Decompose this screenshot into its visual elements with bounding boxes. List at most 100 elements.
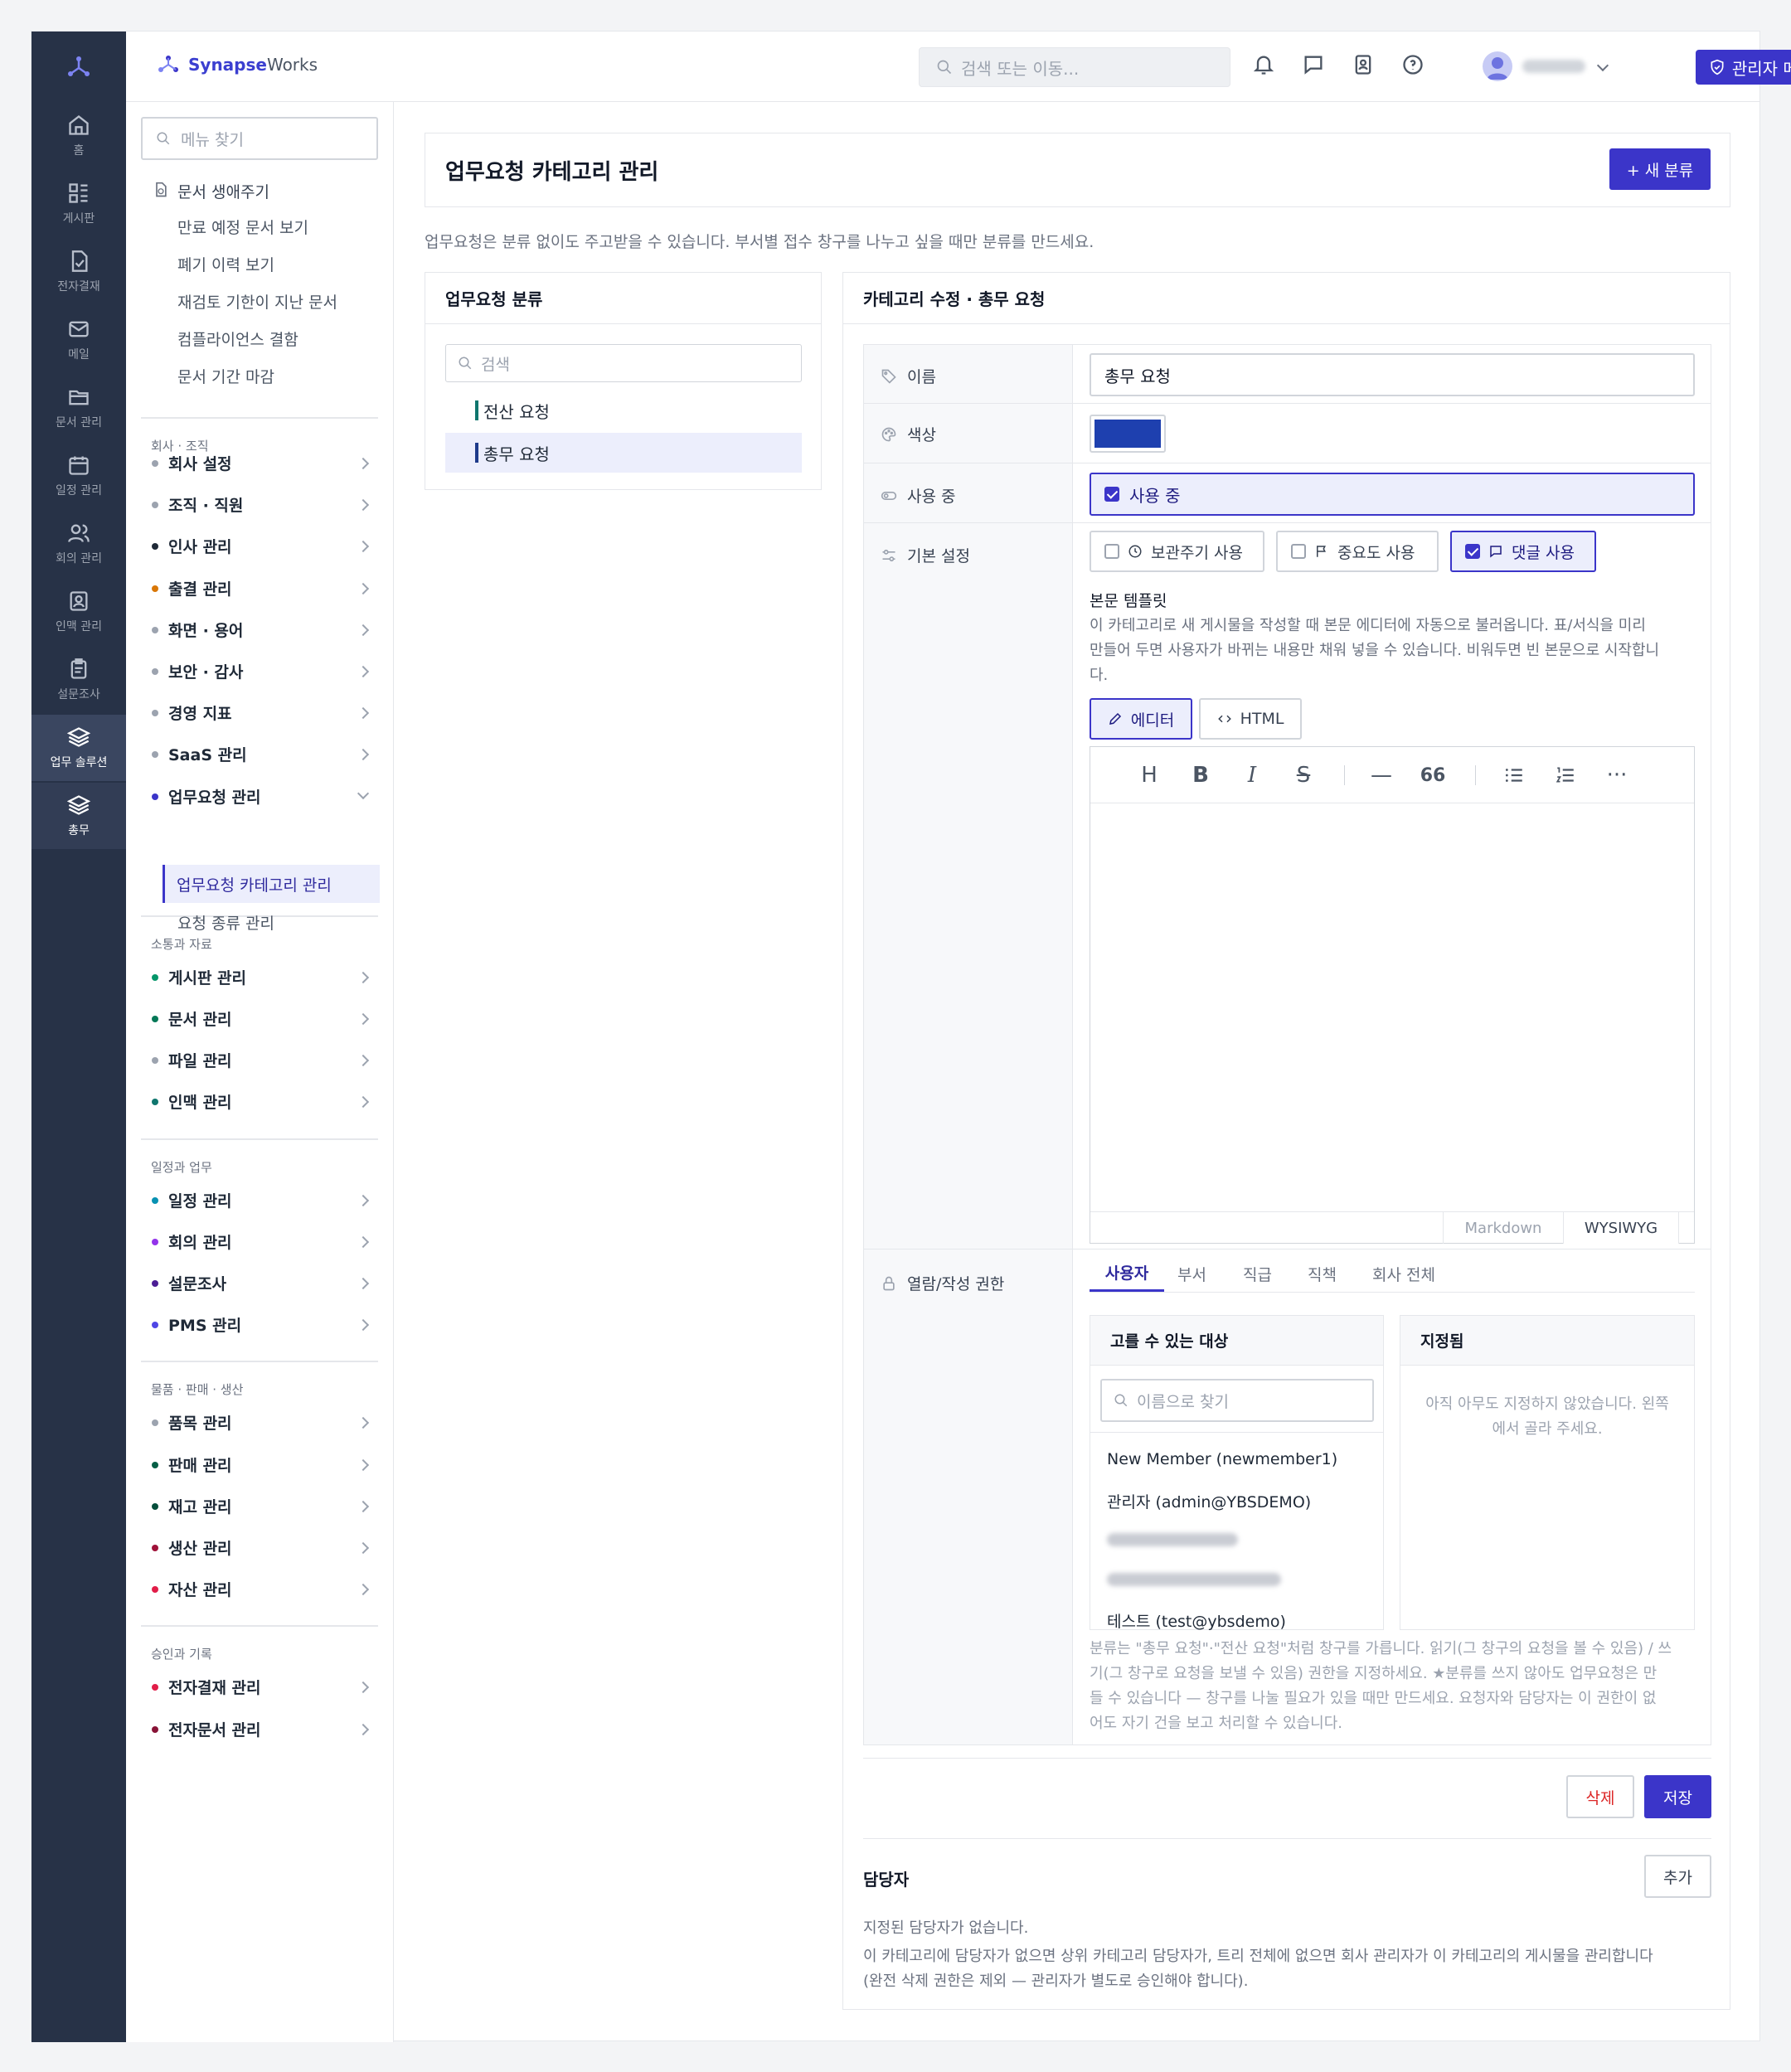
option-priority[interactable]: 중요도 사용 xyxy=(1276,531,1439,572)
tab-editor[interactable]: 에디터 xyxy=(1090,698,1192,740)
help-button[interactable] xyxy=(1401,53,1428,80)
delete-button[interactable]: 삭제 xyxy=(1566,1775,1634,1818)
rail-contacts[interactable]: 인맥 관리 xyxy=(32,579,126,645)
rail-approval[interactable]: 전자결재 xyxy=(32,239,126,305)
name-input[interactable]: 총무 요청 xyxy=(1090,353,1695,396)
category-item-it[interactable]: 전산 요청 xyxy=(445,391,802,430)
perm-tab-company[interactable]: 회사 전체 xyxy=(1372,1255,1435,1292)
sidebar-item[interactable]: 재고 관리 xyxy=(126,1492,394,1521)
sidebar-subitem-compliance[interactable]: 컴플라이언스 결함 xyxy=(177,328,376,350)
sidebar-item[interactable]: 출결 관리 xyxy=(126,575,394,603)
italic-icon[interactable]: I xyxy=(1238,762,1266,789)
color-picker[interactable] xyxy=(1090,415,1166,453)
save-button[interactable]: 저장 xyxy=(1644,1775,1711,1818)
more-icon[interactable]: ··· xyxy=(1603,762,1631,789)
option-retention[interactable]: 보관주기 사용 xyxy=(1090,531,1264,572)
sidebar-item[interactable]: 인사 관리 xyxy=(126,532,394,560)
perm-tab-users[interactable]: 사용자 xyxy=(1090,1255,1164,1292)
rail-meetings[interactable]: 회의 관리 xyxy=(32,511,126,577)
sidebar-item[interactable]: 자산 관리 xyxy=(126,1575,394,1604)
heading-icon[interactable]: H xyxy=(1135,762,1163,789)
sidebar-item[interactable]: 전자결재 관리 xyxy=(126,1673,394,1701)
brand-logo[interactable]: SynapseWorks xyxy=(157,53,318,76)
numbered-list-icon[interactable] xyxy=(1551,762,1580,789)
member-item-redacted[interactable] xyxy=(1107,1533,1238,1546)
sidebar-item[interactable]: 회사 설정 xyxy=(126,449,394,478)
sidebar-item[interactable]: 회의 관리 xyxy=(126,1228,394,1256)
rail-documents[interactable]: 문서 관리 xyxy=(32,375,126,441)
category-item-general[interactable]: 총무 요청 xyxy=(445,433,802,473)
member-item[interactable]: 관리자 (admin@YBSDEMO) xyxy=(1107,1490,1311,1512)
admin-menu-button[interactable]: 관리자 메뉴 xyxy=(1696,50,1791,85)
sidebar-subitem-category-admin[interactable]: 업무요청 카테고리 관리 xyxy=(163,865,380,903)
template-editor[interactable]: H B I S — 66 ··· Markdown WYSIWYG xyxy=(1090,746,1695,1244)
perm-tab-departments[interactable]: 부서 xyxy=(1177,1255,1206,1292)
sidebar-item[interactable]: 판매 관리 xyxy=(126,1451,394,1479)
sidebar-item[interactable]: 품목 관리 xyxy=(126,1409,394,1437)
rail-calendar[interactable]: 일정 관리 xyxy=(32,443,126,509)
inuse-checkbox[interactable]: 사용 중 xyxy=(1090,473,1695,516)
add-manager-button[interactable]: 추가 xyxy=(1644,1855,1711,1898)
mode-wysiwyg[interactable]: WYSIWYG xyxy=(1563,1212,1679,1244)
toggle-icon xyxy=(881,491,897,500)
new-category-button[interactable]: + 새 분류 xyxy=(1609,148,1711,190)
status-dot-icon xyxy=(152,1322,158,1329)
sidebar-item[interactable]: 일정 관리 xyxy=(126,1186,394,1215)
member-item[interactable]: 테스트 (test@ybsdemo) xyxy=(1107,1609,1286,1632)
sidebar-subitem-period-close[interactable]: 문서 기간 마감 xyxy=(177,365,376,387)
sidebar-item[interactable]: 조직 · 직원 xyxy=(126,491,394,519)
sidebar-item[interactable]: SaaS 관리 xyxy=(126,740,394,769)
manager-description: 이 카테고리에 담당자가 없으면 상위 카테고리 담당자가, 트리 전체에 없으… xyxy=(863,1944,1725,1994)
chevron-right-icon xyxy=(357,624,370,636)
sidebar-subitem-overdue-review[interactable]: 재검토 기한이 지난 문서 xyxy=(177,290,376,313)
global-search-input[interactable]: 검색 또는 이동... xyxy=(919,47,1230,87)
rail-board[interactable]: 게시판 xyxy=(32,171,126,237)
sidebar-item[interactable]: 보안 · 감사 xyxy=(126,658,394,686)
notifications-button[interactable] xyxy=(1252,53,1279,80)
mode-markdown[interactable]: Markdown xyxy=(1443,1212,1563,1244)
quote-icon[interactable]: 66 xyxy=(1419,762,1447,789)
category-list-title: 업무요청 분류 xyxy=(425,273,821,324)
tab-html[interactable]: HTML xyxy=(1199,698,1302,740)
perm-tab-positions[interactable]: 직책 xyxy=(1308,1255,1337,1292)
rail-survey[interactable]: 설문조사 xyxy=(32,647,126,713)
rail-mail[interactable]: 메일 xyxy=(32,307,126,373)
sidebar-item[interactable]: 경영 지표 xyxy=(126,699,394,727)
rail-home[interactable]: 홈 xyxy=(32,103,126,169)
sidebar-subitem-disposal-history[interactable]: 폐기 이력 보기 xyxy=(177,253,376,275)
menu-search-input[interactable]: 메뉴 찾기 xyxy=(141,117,378,160)
bold-icon[interactable]: B xyxy=(1187,762,1215,789)
messages-button[interactable] xyxy=(1302,53,1328,80)
rail-work-solution[interactable]: 업무 솔루션 xyxy=(32,715,126,781)
chevron-down-icon[interactable] xyxy=(1596,59,1609,72)
sidebar-item[interactable]: 문서 관리 xyxy=(126,1005,394,1033)
sidebar-item[interactable]: 설문조사 xyxy=(126,1269,394,1298)
address-book-button[interactable] xyxy=(1352,53,1378,80)
sidebar-item[interactable]: PMS 관리 xyxy=(126,1311,394,1339)
category-search-input[interactable]: 검색 xyxy=(445,344,802,382)
perm-tab-label: 사용자 xyxy=(1104,1264,1149,1283)
target-search-input[interactable]: 이름으로 찾기 xyxy=(1100,1379,1374,1422)
sidebar-item[interactable]: 화면 · 용어 xyxy=(126,616,394,644)
sidebar-item-document-lifecycle[interactable]: 문서 생애주기 xyxy=(126,178,394,203)
chevron-right-icon xyxy=(357,971,370,983)
member-item-redacted[interactable] xyxy=(1107,1573,1281,1586)
sidebar-item[interactable]: 인맥 관리 xyxy=(126,1088,394,1116)
app-logo-icon[interactable] xyxy=(32,32,126,103)
horizontal-rule-icon[interactable]: — xyxy=(1367,762,1395,789)
sidebar-item-label: 설문조사 xyxy=(168,1275,226,1293)
bullet-list-icon[interactable] xyxy=(1500,762,1528,789)
strikethrough-icon[interactable]: S xyxy=(1289,762,1318,789)
sidebar-item[interactable]: 게시판 관리 xyxy=(126,963,394,992)
member-item[interactable]: New Member (newmember1) xyxy=(1107,1450,1337,1468)
sidebar-item[interactable]: 업무요청 관리 xyxy=(126,783,394,811)
sidebar-subitem-request-types[interactable]: 요청 종류 관리 xyxy=(177,911,376,934)
sidebar-item[interactable]: 전자문서 관리 xyxy=(126,1715,394,1744)
sidebar-item[interactable]: 생산 관리 xyxy=(126,1534,394,1562)
sidebar-item[interactable]: 파일 관리 xyxy=(126,1046,394,1075)
user-avatar[interactable] xyxy=(1483,51,1512,81)
rail-general-affairs[interactable]: 총무 xyxy=(32,783,126,849)
option-comments[interactable]: 댓글 사용 xyxy=(1450,531,1596,572)
perm-tab-ranks[interactable]: 직급 xyxy=(1243,1255,1272,1292)
sidebar-subitem-expiring[interactable]: 만료 예정 문서 보기 xyxy=(177,216,376,238)
